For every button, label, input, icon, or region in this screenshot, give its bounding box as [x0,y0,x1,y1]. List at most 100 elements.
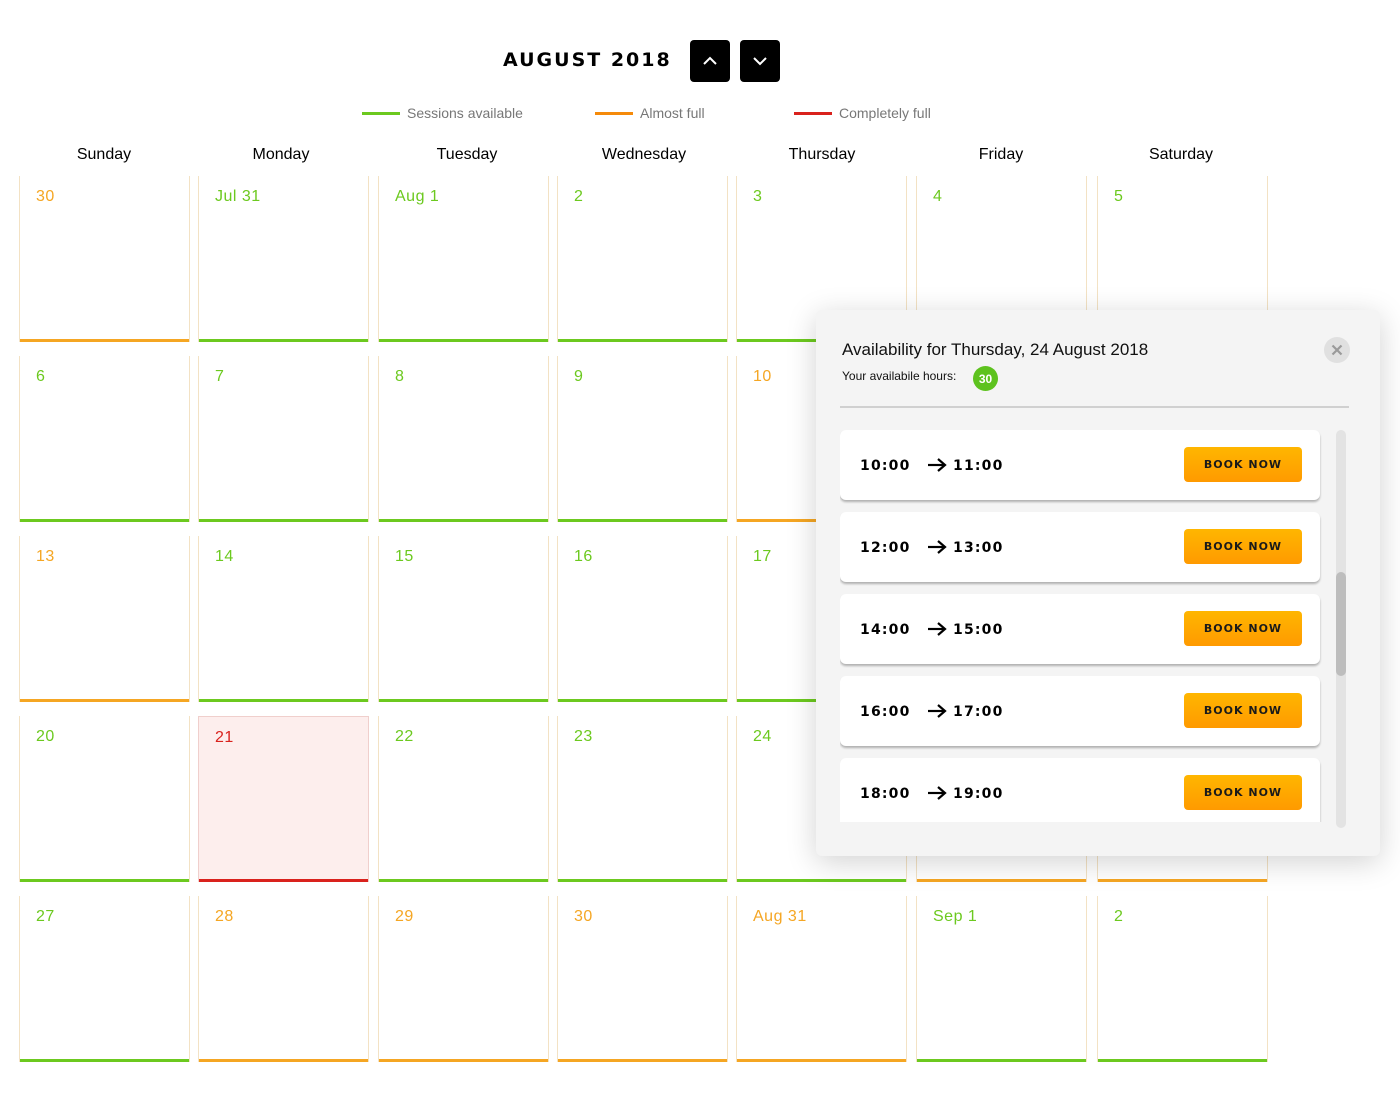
calendar-day[interactable]: 30 [557,896,728,1062]
calendar-day[interactable]: 16 [557,536,728,702]
time-slot: 18:00 19:00 BOOK NOW [840,758,1320,822]
slot-end-time: 11:00 [953,458,1004,474]
weekday-sunday: Sunday [76,146,132,163]
calendar-day[interactable]: Aug 1 [378,176,549,342]
legend-sessions-available: Sessions available [362,105,523,121]
chevron-up-icon [703,56,717,65]
popup-divider [840,406,1349,408]
book-now-button[interactable]: BOOK NOW [1184,447,1302,482]
slot-start-time: 18:00 [860,786,911,802]
scrollbar-track[interactable] [1336,430,1346,828]
month-title: AUGUST 2018 [503,49,672,71]
calendar-day[interactable]: 7 [198,356,369,522]
calendar-day[interactable]: 15 [378,536,549,702]
calendar-day[interactable]: 9 [557,356,728,522]
day-number: 27 [36,908,55,925]
availability-bar [379,699,548,702]
slot-start-time: 14:00 [860,622,911,638]
book-now-button[interactable]: BOOK NOW [1184,611,1302,646]
weekday-monday: Monday [252,146,310,163]
availability-bar [199,879,368,882]
availability-bar [1098,879,1267,882]
day-number: 14 [215,548,234,565]
day-number: 8 [395,368,405,385]
calendar-day[interactable]: 8 [378,356,549,522]
availability-bar [199,699,368,702]
day-number: 30 [36,188,55,205]
availability-bar [737,1059,906,1062]
weekday-tuesday: Tuesday [436,146,498,163]
calendar-day-selected[interactable]: 21 [198,716,369,882]
calendar-day[interactable]: 27 [19,896,190,1062]
calendar-day[interactable]: Aug 31 [736,896,907,1062]
calendar-day[interactable]: 28 [198,896,369,1062]
slot-end-time: 17:00 [953,704,1004,720]
calendar-day[interactable]: 20 [19,716,190,882]
day-number: 2 [1114,908,1124,925]
book-now-button[interactable]: BOOK NOW [1184,693,1302,728]
availability-popup: Availability for Thursday, 24 August 201… [816,310,1380,856]
scrollbar-thumb[interactable] [1336,572,1346,676]
time-slot-list[interactable]: 10:00 11:00 BOOK NOW 12:00 13:00 BOOK NO… [840,430,1322,822]
availability-bar [20,1059,189,1062]
calendar-day[interactable]: 23 [557,716,728,882]
slot-start-time: 10:00 [860,458,911,474]
previous-month-button[interactable] [690,40,730,82]
day-number: 22 [395,728,414,745]
availability-bar [20,339,189,342]
calendar-day[interactable]: Jul 31 [198,176,369,342]
calendar-day[interactable]: 30 [19,176,190,342]
day-number: 23 [574,728,593,745]
availability-bar [20,519,189,522]
legend-label: Sessions available [407,105,523,121]
day-number: 29 [395,908,414,925]
slot-end-time: 19:00 [953,786,1004,802]
book-now-button[interactable]: BOOK NOW [1184,775,1302,810]
day-number: 13 [36,548,55,565]
day-number: 10 [753,368,772,385]
calendar-day[interactable]: 22 [378,716,549,882]
availability-bar [199,1059,368,1062]
calendar-day[interactable]: 2 [557,176,728,342]
close-popup-button[interactable] [1324,337,1350,363]
day-number: Jul 31 [215,188,261,205]
legend-line [362,111,400,115]
availability-bar [379,519,548,522]
time-slot: 12:00 13:00 BOOK NOW [840,512,1320,582]
time-slot: 10:00 11:00 BOOK NOW [840,430,1320,500]
availability-bar [1098,1059,1267,1062]
chevron-down-icon [753,57,767,66]
legend-almost-full: Almost full [595,105,705,121]
availability-bar [20,699,189,702]
day-number: 4 [933,188,943,205]
weekday-wednesday: Wednesday [601,146,687,163]
day-number: Aug 1 [395,188,440,205]
calendar-day[interactable]: Sep 1 [916,896,1087,1062]
popup-title: Availability for Thursday, 24 August 201… [842,340,1149,359]
legend-label: Completely full [839,105,931,121]
availability-bar [917,879,1086,882]
weekday-saturday: Saturday [1148,146,1214,163]
day-number: 7 [215,368,225,385]
next-month-button[interactable] [740,40,780,82]
calendar-day[interactable]: 14 [198,536,369,702]
calendar-day[interactable]: 2 [1097,896,1268,1062]
calendar-day[interactable]: 13 [19,536,190,702]
availability-bar [199,519,368,522]
day-number: 17 [753,548,772,565]
legend-line [595,111,633,115]
calendar-day[interactable]: 29 [378,896,549,1062]
arrow-right-icon [928,540,947,554]
day-number: Aug 31 [753,908,807,925]
availability-bar [20,879,189,882]
availability-bar [558,519,727,522]
arrow-right-icon [928,704,947,718]
arrow-right-icon [928,786,947,800]
book-now-button[interactable]: BOOK NOW [1184,529,1302,564]
calendar-day[interactable]: 6 [19,356,190,522]
day-number: 6 [36,368,46,385]
time-slot: 16:00 17:00 BOOK NOW [840,676,1320,746]
slot-end-time: 15:00 [953,622,1004,638]
availability-bar [199,339,368,342]
weekday-friday: Friday [978,146,1024,163]
